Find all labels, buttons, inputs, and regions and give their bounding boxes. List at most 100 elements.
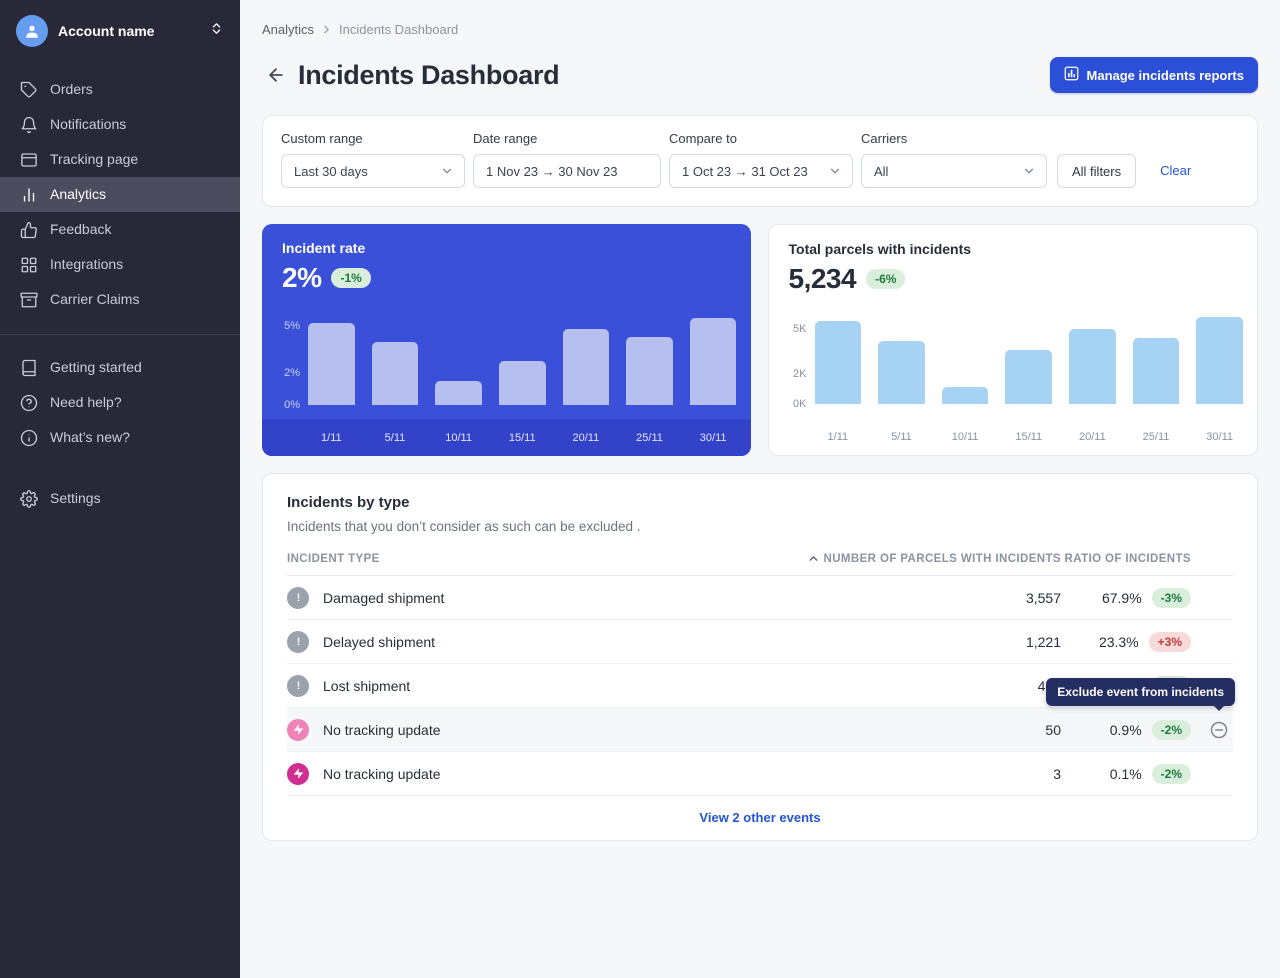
- sidebar-item-need-help[interactable]: Need help?: [0, 385, 240, 420]
- y-tick-label: 2K: [793, 368, 806, 380]
- col-incident-type[interactable]: INCIDENT TYPE: [287, 553, 761, 565]
- all-filters-button[interactable]: All filters: [1057, 154, 1136, 188]
- chart-title: Total parcels with incidents: [789, 241, 1238, 257]
- view-other-events-link[interactable]: View 2 other events: [287, 796, 1233, 840]
- compare-to-select[interactable]: 1 Oct 23 → 31 Oct 23: [669, 154, 853, 188]
- sidebar-item-analytics[interactable]: Analytics: [0, 177, 240, 212]
- bar: [435, 381, 482, 405]
- x-tick-label: 10/11: [942, 431, 989, 443]
- sidebar-item-settings[interactable]: Settings: [0, 481, 240, 516]
- sidebar-item-label: Carrier Claims: [50, 290, 139, 309]
- bar: [1005, 350, 1052, 404]
- incident-rate-card: Incident rate 2% -1% 5%2%0% 1/115/1110/1…: [262, 224, 751, 456]
- bar: [308, 323, 355, 405]
- bar: [563, 329, 610, 405]
- incidents-by-type-card: Incidents by type Incidents that you don…: [262, 473, 1258, 841]
- main-content: Analytics Incidents Dashboard Incidents …: [240, 0, 1280, 978]
- ratio-delta-badge: -2%: [1152, 764, 1191, 784]
- x-tick-label: 15/11: [499, 432, 546, 444]
- chart-title: Incident rate: [282, 240, 731, 256]
- chart-header: Incident rate 2% -1%: [262, 224, 751, 294]
- table-row[interactable]: Delayed shipment 1,221 23.3% +3%: [287, 620, 1233, 664]
- y-tick-label: 5K: [793, 323, 806, 335]
- x-tick-label: 10/11: [435, 432, 482, 444]
- x-tick-label: 20/11: [1069, 431, 1116, 443]
- book-icon: [20, 359, 38, 377]
- ratio-value: 23.3%: [1099, 634, 1139, 650]
- sidebar-item-label: What’s new?: [50, 428, 130, 447]
- custom-range-group: Custom range Last 30 days: [281, 131, 465, 188]
- sidebar-item-feedback[interactable]: Feedback: [0, 212, 240, 247]
- incidents-table-subtitle: Incidents that you don’t consider as suc…: [287, 519, 1233, 534]
- custom-range-select[interactable]: Last 30 days: [281, 154, 465, 188]
- bar: [690, 318, 737, 405]
- y-tick-label: 2%: [284, 367, 300, 379]
- alert-icon: [287, 631, 309, 653]
- exclude-tooltip: Exclude event from incidents: [1046, 678, 1235, 706]
- breadcrumb-current: Incidents Dashboard: [339, 22, 458, 37]
- table-row-hovered[interactable]: No tracking update 50 0.9% -2%: [287, 708, 1233, 752]
- bell-icon: [20, 116, 38, 134]
- date-range-input[interactable]: 1 Nov 23 → 30 Nov 23: [473, 154, 661, 188]
- chart-big-value: 2%: [282, 262, 321, 294]
- bar: [878, 341, 925, 404]
- sidebar-item-label: Integrations: [50, 255, 123, 274]
- archive-box-icon: [20, 291, 38, 309]
- chevron-up-down-icon: [209, 21, 224, 41]
- sidebar-item-getting-started[interactable]: Getting started: [0, 350, 240, 385]
- manage-button-label: Manage incidents reports: [1087, 68, 1244, 83]
- sidebar-item-notifications[interactable]: Notifications: [0, 107, 240, 142]
- alert-icon: [287, 587, 309, 609]
- back-arrow-icon[interactable]: [262, 61, 290, 89]
- sidebar-divider: [0, 334, 240, 335]
- exclude-minus-circle-icon[interactable]: [1209, 720, 1229, 740]
- browser-icon: [20, 151, 38, 169]
- bar-chart-icon: [20, 186, 38, 204]
- sidebar-item-tracking-page[interactable]: Tracking page: [0, 142, 240, 177]
- chart-header: Total parcels with incidents 5,234 -6%: [769, 225, 1258, 295]
- table-row[interactable]: No tracking update 3 0.1% -2%: [287, 752, 1233, 796]
- col-ratio[interactable]: RATIO OF INCIDENTS: [1061, 553, 1191, 565]
- incident-type-label: No tracking update: [323, 722, 441, 738]
- chevron-down-icon: [440, 164, 454, 178]
- x-tick-label: 25/11: [626, 432, 673, 444]
- chevron-right-icon: [320, 23, 333, 36]
- sidebar-item-integrations[interactable]: Integrations: [0, 247, 240, 282]
- table-row[interactable]: Damaged shipment 3,557 67.9% -3%: [287, 576, 1233, 620]
- carriers-group: Carriers All: [861, 131, 1047, 188]
- sidebar-item-orders[interactable]: Orders: [0, 72, 240, 107]
- account-switcher[interactable]: Account name: [0, 0, 240, 62]
- ratio-value: 0.1%: [1110, 766, 1142, 782]
- breadcrumb-analytics[interactable]: Analytics: [262, 22, 314, 37]
- manage-incidents-reports-button[interactable]: Manage incidents reports: [1050, 57, 1258, 93]
- y-axis: 5%2%0%: [276, 313, 300, 405]
- bar-group: [308, 313, 737, 405]
- help-circle-icon: [20, 394, 38, 412]
- ratio-delta-badge: +3%: [1149, 632, 1191, 652]
- chevron-down-icon: [1022, 164, 1036, 178]
- thumbs-up-icon: [20, 221, 38, 239]
- sidebar-item-carrier-claims[interactable]: Carrier Claims: [0, 282, 240, 317]
- x-tick-label: 20/11: [563, 432, 610, 444]
- parcels-count: 50: [761, 722, 1061, 738]
- y-tick-label: 0%: [284, 399, 300, 411]
- carriers-select[interactable]: All: [861, 154, 1047, 188]
- ratio-delta-badge: -2%: [1152, 720, 1191, 740]
- x-axis: 1/115/1110/1115/1120/1125/1130/11: [308, 419, 737, 456]
- col-parcels-sortable[interactable]: NUMBER OF PARCELS WITH INCIDENTS: [761, 552, 1061, 565]
- secondary-nav: Getting started Need help? What’s new?: [0, 346, 240, 459]
- ratio-delta-badge: -3%: [1152, 588, 1191, 608]
- sidebar-item-whats-new[interactable]: What’s new?: [0, 420, 240, 455]
- bar: [942, 387, 989, 404]
- sidebar-item-label: Need help?: [50, 393, 122, 412]
- info-circle-icon: [20, 429, 38, 447]
- y-tick-label: 5%: [284, 320, 300, 332]
- x-tick-label: 5/11: [878, 431, 925, 443]
- title-row: Incidents Dashboard Manage incidents rep…: [262, 57, 1258, 93]
- primary-nav: Orders Notifications Tracking page Analy…: [0, 62, 240, 321]
- bolt-icon: [287, 719, 309, 741]
- sidebar-item-label: Notifications: [50, 115, 126, 134]
- avatar: [16, 15, 48, 47]
- incidents-table-title: Incidents by type: [287, 494, 1233, 511]
- clear-filters-link[interactable]: Clear: [1160, 154, 1191, 188]
